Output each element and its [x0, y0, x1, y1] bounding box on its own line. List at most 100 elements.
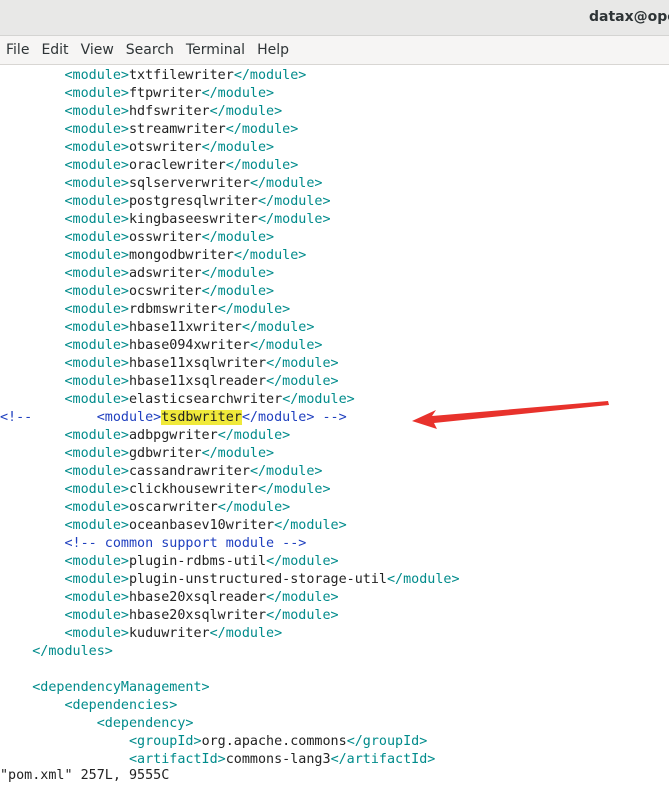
xml-open-tag: <module> — [64, 428, 130, 443]
code-line: <module>hbase20xsqlreader</module> — [0, 589, 339, 607]
xml-close-tag: </module> — [241, 410, 315, 425]
code-line: <groupId>org.apache.commons</groupId> — [0, 733, 427, 751]
xml-text: hdfswriter — [129, 104, 210, 119]
xml-text: hbase20xsqlreader — [129, 590, 267, 605]
menu-file[interactable]: File — [0, 36, 35, 65]
menu-edit[interactable]: Edit — [35, 36, 74, 65]
menu-help[interactable]: Help — [251, 36, 295, 65]
menu-view[interactable]: View — [75, 36, 120, 65]
xml-open-tag: <dependencyManagement> — [32, 680, 210, 695]
xml-open-tag: <module> — [64, 158, 130, 173]
xml-text: plugin-rdbms-util — [129, 554, 267, 569]
xml-text: otswriter — [129, 140, 202, 155]
xml-close-tag: </module> — [233, 248, 307, 263]
xml-open-tag: <module> — [64, 338, 130, 353]
window-title: datax@oper — [589, 9, 669, 25]
code-line: <module>hbase094xwriter</module> — [0, 337, 323, 355]
xml-open-tag: <module> — [64, 104, 130, 119]
xml-text: elasticsearchwriter — [129, 392, 283, 407]
menu-terminal[interactable]: Terminal — [180, 36, 251, 65]
xml-text: ftpwriter — [129, 86, 202, 101]
xml-text: adbpgwriter — [129, 428, 218, 443]
xml-close-tag: </module> — [386, 572, 460, 587]
code-line: <module>mongodbwriter</module> — [0, 247, 307, 265]
xml-close-tag: </module> — [282, 392, 355, 407]
terminal-editor-area[interactable]: <module>txtfilewriter</module> <module>f… — [0, 66, 669, 781]
xml-text: adswriter — [129, 266, 202, 281]
xml-open-tag: <artifactId> — [129, 752, 226, 767]
code-line: <dependencies> — [0, 697, 178, 715]
xml-text: oraclewriter — [129, 158, 226, 173]
code-line: <module>elasticsearchwriter</module> — [0, 391, 355, 409]
xml-close-tag: </module> — [266, 374, 339, 389]
xml-text: hbase11xwriter — [129, 320, 242, 335]
xml-text: hbase094xwriter — [129, 338, 250, 353]
xml-close-tag: </module> — [201, 140, 275, 155]
xml-open-tag: <module> — [96, 410, 162, 425]
menu-search[interactable]: Search — [120, 36, 180, 65]
xml-text: sqlserverwriter — [129, 176, 250, 191]
xml-open-tag: <dependency> — [96, 716, 194, 731]
xml-text: plugin-unstructured-storage-util — [129, 572, 387, 587]
xml-open-tag: <module> — [64, 86, 130, 101]
code-line: <module>hbase11xsqlwriter</module> — [0, 355, 339, 373]
xml-open-tag: <module> — [64, 320, 130, 335]
xml-close-tag: </module> — [258, 194, 331, 209]
xml-text: commons-lang3 — [225, 752, 331, 767]
xml-close-tag: </module> — [233, 68, 307, 83]
xml-open-tag: <module> — [64, 446, 130, 461]
code-line: <module>oscarwriter</module> — [0, 499, 291, 517]
xml-close-tag: </module> — [201, 266, 275, 281]
xml-open-tag: <module> — [64, 122, 130, 137]
xml-close-tag: </artifactId> — [330, 752, 436, 767]
xml-close-tag: </module> — [266, 590, 339, 605]
code-line: <module>kingbaseeswriter</module> — [0, 211, 331, 229]
xml-close-tag: </module> — [258, 212, 331, 227]
xml-text: org.apache.commons — [201, 734, 347, 749]
xml-open-tag: <module> — [64, 590, 130, 605]
code-line: <module>hdfswriter</module> — [0, 103, 283, 121]
xml-close-tag: </module> — [217, 500, 291, 515]
xml-text: hbase20xsqlwriter — [129, 608, 267, 623]
code-line: <module>cassandrawriter</module> — [0, 463, 323, 481]
xml-close-tag: </module> — [209, 626, 283, 641]
xml-close-tag: </module> — [201, 446, 275, 461]
xml-close-tag: </module> — [225, 158, 299, 173]
xml-open-tag: <module> — [64, 68, 130, 83]
xml-close-tag: </module> — [201, 284, 275, 299]
xml-close-tag: </module> — [201, 86, 275, 101]
code-line: <module>hbase11xwriter</module> — [0, 319, 315, 337]
xml-close-tag: </module> — [209, 104, 283, 119]
xml-open-tag: <module> — [64, 302, 130, 317]
xml-open-tag: <module> — [64, 266, 130, 281]
xml-text: mongodbwriter — [129, 248, 234, 263]
xml-open-tag: <module> — [64, 356, 130, 371]
xml-open-tag: <module> — [64, 482, 130, 497]
code-line: <module>streamwriter</module> — [0, 121, 299, 139]
code-line: <module>sqlserverwriter</module> — [0, 175, 323, 193]
xml-close-tag: </groupId> — [346, 734, 428, 749]
window-titlebar[interactable]: datax@oper — [0, 0, 669, 36]
xml-open-tag: <module> — [64, 284, 130, 299]
xml-open-tag: <module> — [64, 392, 130, 407]
xml-open-tag: <module> — [64, 230, 130, 245]
code-line: <module>gdbwriter</module> — [0, 445, 275, 463]
